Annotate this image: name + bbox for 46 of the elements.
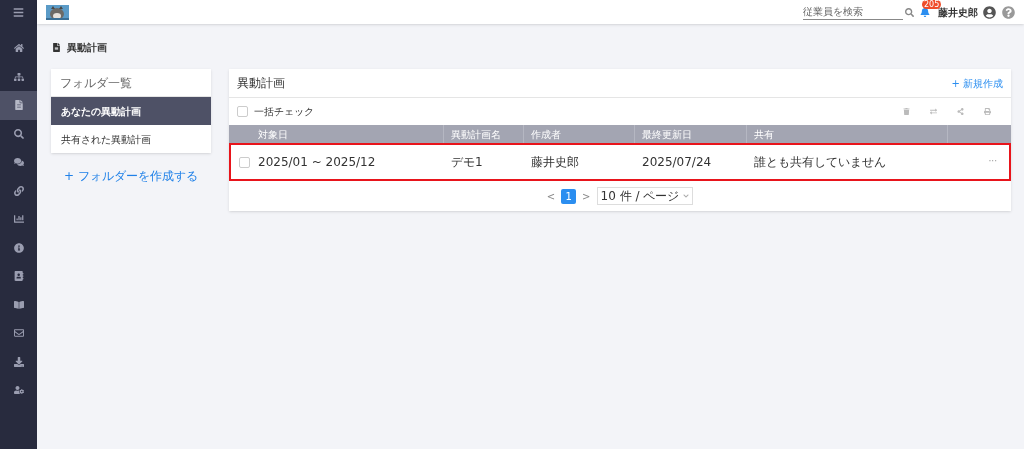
search-field[interactable]: 従業員を検索: [803, 4, 903, 20]
sidebar-item[interactable]: [0, 91, 37, 120]
folder-item[interactable]: あなたの異動計画: [51, 97, 211, 125]
search-icon: [905, 7, 914, 17]
more-button[interactable]: ···: [988, 155, 997, 169]
chart-icon: [13, 214, 24, 225]
contact-icon: [13, 271, 24, 282]
table-cell-text: 2025/01 ~ 2025/12: [258, 154, 377, 171]
column-header: 対象日: [258, 127, 289, 142]
column-header: 共有: [746, 125, 947, 143]
next-page-button[interactable]: >: [582, 188, 591, 204]
help-icon[interactable]: [1002, 5, 1015, 19]
column-header: 異動計画名: [443, 125, 523, 143]
book-icon: [13, 299, 24, 310]
avatar-thumbnail[interactable]: [46, 4, 69, 20]
create-folder-link[interactable]: + フォルダーを作成する: [64, 167, 198, 185]
table-cell-text: 藤井史郎: [530, 154, 580, 171]
link-icon: [13, 185, 24, 196]
folder-item[interactable]: 共有された異動計画: [51, 125, 211, 153]
page-size-select[interactable]: 10 件 / ページ: [596, 187, 694, 205]
page-title: 異動計画: [67, 41, 107, 55]
panel-title: 異動計画: [237, 75, 285, 92]
check-all-label: 一括チェック: [254, 105, 314, 119]
column-header: 作成者: [523, 125, 634, 143]
table-cell-text: デモ1: [450, 154, 484, 171]
checkbox[interactable]: [239, 156, 250, 168]
search-icon: [13, 128, 24, 139]
download-icon: [13, 356, 24, 367]
column-header: 最終更新日: [634, 125, 746, 143]
new-plan-link[interactable]: + 新規作成: [951, 75, 1003, 91]
table-cell-text: 2025/07/24: [641, 154, 713, 171]
chat-icon: [13, 157, 24, 168]
user-avatar-icon[interactable]: [983, 5, 996, 19]
document-icon: [13, 100, 24, 111]
user-settings-icon: [13, 385, 24, 396]
checkbox[interactable]: [237, 106, 248, 117]
caret-icon: [683, 193, 690, 199]
table-row[interactable]: 2025/01 ~ 2025/12 デモ1 藤井史郎 2025/07/24 誰とも共有していません ···: [229, 143, 1011, 181]
mail-icon: [13, 328, 24, 339]
page-button[interactable]: 1: [561, 188, 577, 204]
document-icon: [52, 43, 61, 52]
info-icon: [13, 242, 24, 253]
table-cell-text: 誰とも共有していません: [753, 154, 887, 171]
hierarchy-icon: [13, 71, 24, 82]
previous-page-button[interactable]: <: [546, 188, 556, 204]
home-icon: [13, 43, 24, 54]
